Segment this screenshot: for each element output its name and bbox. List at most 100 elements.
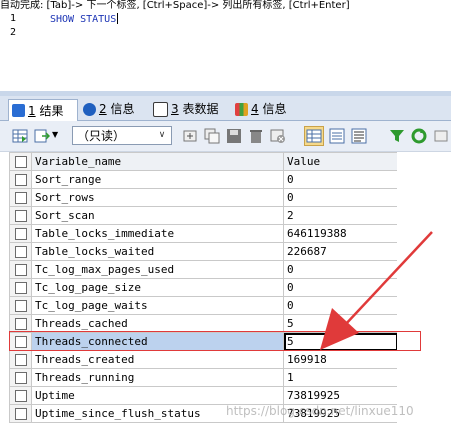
row-checkbox[interactable]	[9, 188, 32, 207]
table-row[interactable]: Uptime 73819925	[9, 386, 398, 405]
table-row[interactable]: Tc_log_max_pages_used 0	[9, 260, 398, 279]
tab-table-data[interactable]: 3 表数据	[150, 99, 226, 119]
checkbox-icon	[14, 264, 27, 276]
export-grid-icon[interactable]	[12, 128, 28, 144]
cell-value[interactable]: 0	[283, 170, 398, 189]
edit-mode-select[interactable]: （只读） ∨	[72, 126, 172, 145]
table-row[interactable]: Threads_running 1	[9, 368, 398, 387]
save-icon[interactable]	[226, 128, 242, 144]
chart-icon	[235, 102, 248, 116]
cell-value[interactable]: 0	[283, 188, 398, 207]
cell-variable-name[interactable]: Tc_log_page_size	[31, 278, 284, 297]
table-row[interactable]: Sort_range 0	[9, 170, 398, 189]
row-checkbox[interactable]	[9, 242, 32, 261]
grid-header-row: Variable_name Value	[9, 152, 398, 171]
row-checkbox[interactable]	[9, 332, 32, 351]
edit-mode-value: （只读）	[77, 129, 126, 143]
row-checkbox[interactable]	[9, 206, 32, 225]
row-checkbox[interactable]	[9, 404, 32, 423]
line-number: 1	[10, 13, 17, 24]
tab-label: 结果	[39, 103, 64, 118]
checkbox-icon	[14, 192, 27, 204]
cell-value[interactable]: 5	[283, 332, 398, 351]
chevron-down-icon: ∨	[158, 130, 166, 140]
row-checkbox[interactable]	[9, 386, 32, 405]
cell-value[interactable]: 1	[283, 368, 398, 387]
cell-value[interactable]: 0	[283, 278, 398, 297]
cell-variable-name[interactable]: Table_locks_waited	[31, 242, 284, 261]
cell-value[interactable]: 169918	[283, 350, 398, 369]
row-checkbox[interactable]	[9, 224, 32, 243]
sql-statement: SHOW STATUS	[50, 14, 117, 25]
checkbox-icon	[14, 300, 27, 312]
form-view-icon[interactable]	[329, 128, 345, 144]
cell-variable-name[interactable]: Sort_scan	[31, 206, 284, 225]
table-row[interactable]: Table_locks_waited 226687	[9, 242, 398, 261]
filter-icon[interactable]	[389, 128, 405, 144]
result-grid[interactable]: Variable_name Value Sort_range 0 Sort_rows…	[9, 152, 398, 423]
row-checkbox[interactable]	[9, 170, 32, 189]
result-tabbar: 1 结果 2 信息 3 表数据 4 信息	[0, 96, 451, 121]
checkbox-icon	[14, 408, 27, 420]
row-checkbox[interactable]	[9, 350, 32, 369]
column-header-value[interactable]: Value	[283, 152, 398, 171]
import-icon[interactable]	[34, 128, 50, 144]
cell-value[interactable]: 0	[283, 260, 398, 279]
grid-icon	[12, 104, 25, 117]
more-icon[interactable]	[433, 128, 449, 144]
cell-variable-name[interactable]: Table_locks_immediate	[31, 224, 284, 243]
row-checkbox[interactable]	[9, 296, 32, 315]
cell-variable-name[interactable]: Threads_connected	[31, 332, 284, 351]
cell-variable-name[interactable]: Tc_log_max_pages_used	[31, 260, 284, 279]
line-number: 2	[10, 27, 17, 38]
cell-value[interactable]: 646119388	[283, 224, 398, 243]
watermark: https://blog.csdn.net/linxue110	[226, 404, 414, 418]
tab-info[interactable]: 2 信息	[80, 99, 142, 119]
table-row[interactable]: Sort_scan 2	[9, 206, 398, 225]
sql-editor[interactable]: 1 2 SHOW STATUS	[0, 11, 451, 91]
checkbox-icon	[14, 282, 27, 294]
insert-row-icon[interactable]	[182, 128, 198, 144]
cell-variable-name[interactable]: Sort_rows	[31, 188, 284, 207]
checkbox-icon	[14, 228, 27, 240]
cell-value[interactable]: 0	[283, 296, 398, 315]
duplicate-row-icon[interactable]	[204, 128, 220, 144]
cell-variable-name[interactable]: Threads_created	[31, 350, 284, 369]
cell-value[interactable]: 73819925	[283, 386, 398, 405]
column-header-variable-name[interactable]: Variable_name	[31, 152, 284, 171]
cell-value[interactable]: 5	[283, 314, 398, 333]
checkbox-icon	[14, 246, 27, 258]
cell-variable-name[interactable]: Tc_log_page_waits	[31, 296, 284, 315]
table-row[interactable]: Sort_rows 0	[9, 188, 398, 207]
sql-code-line[interactable]: SHOW STATUS	[50, 13, 119, 25]
table-row[interactable]: Threads_created 169918	[9, 350, 398, 369]
cell-variable-name[interactable]: Uptime	[31, 386, 284, 405]
row-checkbox[interactable]	[9, 278, 32, 297]
autocomplete-hint: 自动完成: [Tab]-> 下一个标签, [Ctrl+Space]-> 列出所有…	[0, 0, 451, 11]
table-row[interactable]: Threads_cached 5	[9, 314, 398, 333]
table-row[interactable]: Tc_log_page_waits 0	[9, 296, 398, 315]
delete-icon[interactable]	[248, 128, 264, 144]
checkbox-icon	[14, 210, 27, 222]
tab-info-2[interactable]: 4 信息	[232, 99, 298, 119]
cancel-edit-icon[interactable]	[270, 128, 286, 144]
chevron-down-icon[interactable]: ▼	[52, 130, 58, 139]
row-checkbox[interactable]	[9, 368, 32, 387]
table-icon	[153, 101, 168, 117]
cell-variable-name[interactable]: Threads_running	[31, 368, 284, 387]
tab-results[interactable]: 1 结果	[8, 99, 78, 121]
tab-label: 信息	[262, 102, 287, 116]
grid-view-icon[interactable]	[304, 126, 324, 146]
table-row[interactable]: Threads_connected 5	[9, 332, 398, 351]
table-row[interactable]: Table_locks_immediate 646119388	[9, 224, 398, 243]
text-view-icon[interactable]	[351, 128, 367, 144]
cell-value[interactable]: 2	[283, 206, 398, 225]
row-checkbox[interactable]	[9, 314, 32, 333]
table-row[interactable]: Tc_log_page_size 0	[9, 278, 398, 297]
refresh-icon[interactable]	[411, 128, 427, 144]
select-all-checkbox[interactable]	[9, 152, 32, 171]
cell-variable-name[interactable]: Sort_range	[31, 170, 284, 189]
cell-value[interactable]: 226687	[283, 242, 398, 261]
cell-variable-name[interactable]: Threads_cached	[31, 314, 284, 333]
row-checkbox[interactable]	[9, 260, 32, 279]
